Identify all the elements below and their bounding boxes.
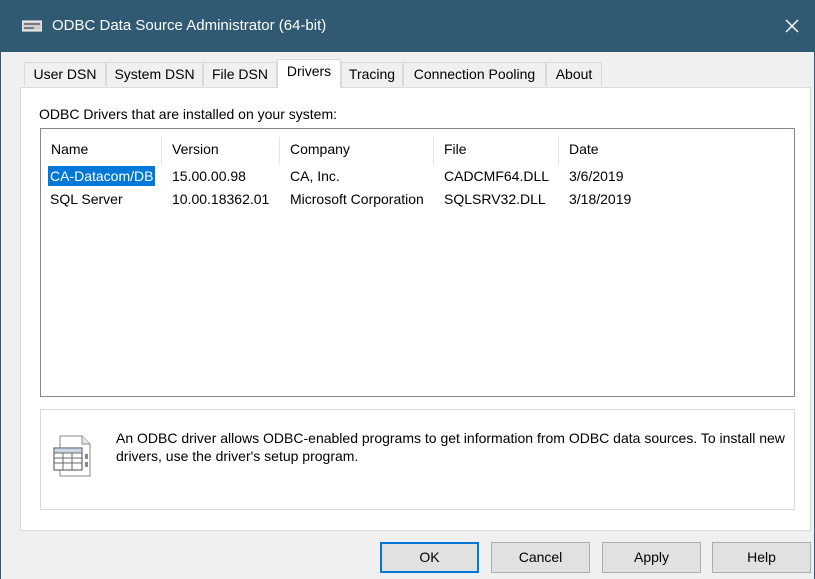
odbc-app-icon	[22, 20, 42, 32]
tab-drivers[interactable]: Drivers	[277, 59, 341, 88]
tab-tracing[interactable]: Tracing	[341, 62, 403, 86]
window-frame-left	[0, 52, 1, 579]
tab-file-dsn[interactable]: File DSN	[203, 62, 277, 86]
cancel-button[interactable]: Cancel	[491, 542, 590, 573]
row-file-cell: CADCMF64.DLL	[444, 168, 550, 184]
column-header-file[interactable]: File	[434, 137, 559, 165]
drivers-list[interactable]: Name Version Company File Date CA-Dataco…	[40, 128, 795, 397]
tab-about[interactable]: About	[546, 62, 602, 86]
driver-document-icon	[53, 435, 91, 477]
tab-system-dsn[interactable]: System DSN	[106, 62, 203, 86]
tab-label: User DSN	[33, 66, 97, 82]
installed-drivers-label: ODBC Drivers that are installed on your …	[39, 106, 337, 122]
apply-button[interactable]: Apply	[602, 542, 701, 573]
driver-description-text: An ODBC driver allows ODBC-enabled progr…	[116, 430, 785, 464]
column-header-name[interactable]: Name	[41, 137, 162, 165]
close-button[interactable]	[769, 0, 815, 52]
tab-label: About	[555, 66, 593, 82]
row-date-cell: 3/6/2019	[569, 168, 624, 184]
window-title: ODBC Data Source Administrator (64-bit)	[52, 17, 327, 34]
column-header-label: Name	[51, 141, 89, 157]
tab-label: Drivers	[286, 63, 332, 79]
column-header-label: Version	[172, 141, 219, 157]
column-header-date[interactable]: Date	[559, 137, 792, 165]
tab-connection-pooling[interactable]: Connection Pooling	[403, 62, 546, 86]
column-header-label: Date	[569, 141, 599, 157]
tab-label: File DSN	[211, 66, 268, 82]
tab-label: System DSN	[114, 66, 195, 82]
row-company-cell: CA, Inc.	[290, 168, 340, 184]
tab-label: Connection Pooling	[413, 66, 536, 82]
row-date-cell: 3/18/2019	[569, 191, 632, 207]
title-bar: ODBC Data Source Administrator (64-bit)	[0, 0, 815, 52]
column-header-version[interactable]: Version	[162, 137, 280, 165]
tab-user-dsn[interactable]: User DSN	[24, 62, 106, 86]
row-name-cell[interactable]: CA-Datacom/DB	[48, 166, 156, 186]
ok-button[interactable]: OK	[380, 542, 479, 573]
row-company-cell: Microsoft Corporation	[290, 191, 424, 207]
row-name-cell[interactable]: SQL Server	[50, 189, 123, 209]
close-icon	[785, 19, 799, 33]
row-file-cell: SQLSRV32.DLL	[444, 191, 546, 207]
column-header-company[interactable]: Company	[280, 137, 434, 165]
row-version-cell: 10.00.18362.01	[172, 191, 270, 207]
help-button[interactable]: Help	[712, 542, 811, 573]
tab-label: Tracing	[348, 66, 396, 82]
column-header-label: File	[444, 141, 467, 157]
column-header-label: Company	[290, 141, 350, 157]
row-version-cell: 15.00.00.98	[172, 168, 246, 184]
